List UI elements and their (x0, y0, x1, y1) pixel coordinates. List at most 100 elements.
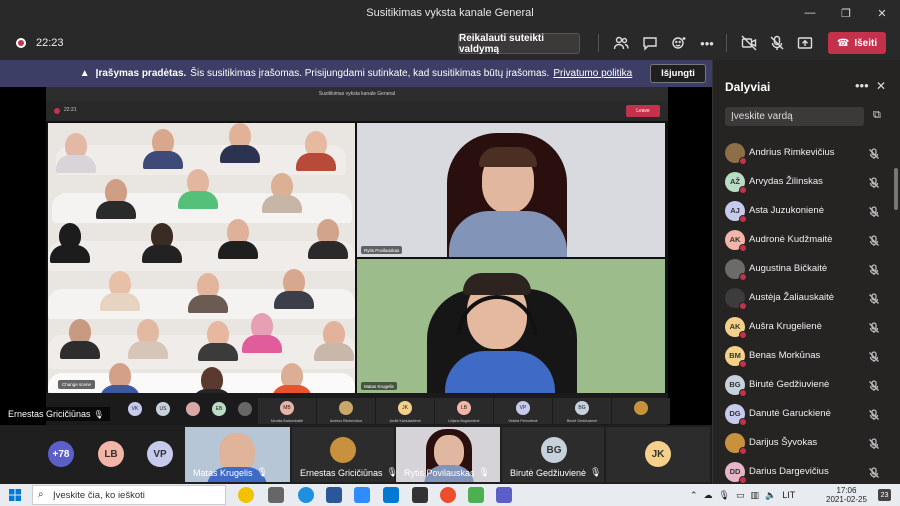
close-window-button[interactable]: ✕ (864, 0, 900, 26)
participant-row[interactable]: DG Danutė Garuckienė (713, 399, 900, 428)
status-indicator (739, 272, 747, 281)
language-indicator[interactable]: LIT (782, 490, 795, 500)
leave-button[interactable]: ☎ Išeiti (828, 32, 886, 54)
mic-off-icon (868, 437, 880, 449)
student-video (98, 271, 142, 311)
mic-off-icon[interactable] (768, 34, 786, 52)
request-control-button[interactable]: Reikalauti suteikti valdymą (458, 33, 580, 55)
task-view-icon[interactable] (268, 487, 284, 503)
chevron-up-icon[interactable]: ⌃ (690, 490, 698, 501)
avatar (725, 258, 747, 281)
mic-off-icon (868, 147, 880, 159)
word-icon[interactable] (326, 487, 342, 503)
app-icon[interactable] (440, 487, 456, 503)
tile-name: Rytis Povilauskas 🎙 (404, 467, 490, 478)
student-video (98, 363, 142, 393)
avatar: AJ (725, 200, 747, 223)
teams-icon[interactable] (496, 487, 512, 503)
student-video (218, 123, 262, 163)
onedrive-icon[interactable]: ☁ (704, 490, 713, 501)
more-icon[interactable]: ••• (855, 78, 869, 93)
person-head (434, 435, 464, 469)
participant-row[interactable]: BM Benas Morkūnas (713, 341, 900, 370)
participant-row[interactable]: Augustina Bičkaitė (713, 254, 900, 283)
tile-name: Matas Krugelis 🎙 (193, 467, 268, 478)
avatar (725, 142, 747, 165)
student-video (140, 223, 184, 263)
share-invite-icon[interactable]: ⧉ (873, 109, 881, 122)
spotify-icon[interactable] (468, 487, 484, 503)
mini-avatar: VK (128, 402, 142, 416)
people-icon[interactable] (612, 34, 630, 52)
close-icon[interactable]: ✕ (876, 79, 886, 93)
person-shirt (449, 211, 567, 257)
minimize-button[interactable]: — (792, 0, 828, 26)
mic-off-icon (868, 263, 880, 275)
shared-toolbar: 22:21 Leave (46, 101, 668, 121)
change-scene-button: Change scene (58, 380, 96, 389)
participant-row[interactable]: AK Aušra Krugelienė (713, 312, 900, 341)
participant-row[interactable]: AŽ Arvydas Žilinskas (713, 167, 900, 196)
windows-taskbar: ⌕ Įveskite čia, ko ieškoti ⌃ ☁ 🎙 ▭ ▥ 🔈 L… (0, 484, 900, 506)
status-indicator (739, 243, 747, 252)
reactions-icon[interactable] (670, 34, 688, 52)
mini-tile: LB Lilijana Bogdonienė (435, 398, 493, 424)
presenter-label: Ernestas Gricičiūnas 🎙 (2, 407, 110, 421)
store-icon[interactable] (412, 487, 428, 503)
network-icon[interactable]: ▥ (751, 490, 760, 501)
chat-icon[interactable] (641, 34, 659, 52)
panel-title: Dalyviai (725, 80, 771, 94)
mail-icon[interactable] (383, 487, 399, 503)
participant-row[interactable]: AJ Asta Juzukonienė (713, 196, 900, 225)
participant-row[interactable]: BG Birutė Gedžiuvienė (713, 370, 900, 399)
status-indicator (739, 214, 747, 223)
avatar: DD (725, 461, 747, 484)
shared-leave-button: Leave (626, 105, 660, 117)
more-icon[interactable]: ••• (698, 34, 716, 52)
taskbar-search-input[interactable]: ⌕ Įveskite čia, ko ieškoti (32, 485, 226, 505)
mic-icon[interactable]: 🎙 (719, 490, 730, 501)
participant-row[interactable]: Andrius Rimkevičius (713, 138, 900, 167)
mini-tile (612, 398, 670, 424)
notification-badge[interactable]: 23 (878, 489, 891, 501)
more-participants-badge[interactable]: +78 (48, 441, 74, 467)
status-indicator (739, 156, 747, 165)
participant-row[interactable]: Austėja Žaliauskaitė (713, 283, 900, 312)
participant-row[interactable]: DD Darius Dargevičius (713, 457, 900, 486)
participant-name: Danutė Garuckienė (749, 408, 831, 419)
participant-row[interactable]: Darijus Šyvokas (713, 428, 900, 457)
participant-row[interactable]: AK Audronė Kudžmaitė (713, 225, 900, 254)
edge-icon[interactable] (298, 487, 314, 503)
window-title: Susitikimas vyksta kanale General (366, 7, 534, 19)
camera-off-icon[interactable] (740, 34, 758, 52)
privacy-policy-link[interactable]: Privatumo politika (553, 68, 632, 79)
mini-tile: MB Monika Bačiumbaitė (258, 398, 316, 424)
dismiss-banner-button[interactable]: Išjungti (650, 64, 706, 83)
zoom-icon[interactable] (354, 487, 370, 503)
status-indicator (739, 388, 747, 397)
photo-tile-ernestas: Ernestas Gricičiūnas 🎙 (292, 427, 398, 482)
share-icon[interactable] (796, 34, 814, 52)
toolbar-divider (598, 34, 599, 52)
chrome-icon[interactable] (238, 487, 254, 503)
participant-name: Darijus Šyvokas (749, 437, 818, 448)
participant-search-input[interactable]: Įveskite vardą (725, 107, 864, 126)
clock-time: 17:06 (836, 486, 857, 495)
avatar-tile-birute: BG Birutė Gedžiuvienė 🎙 (502, 427, 604, 482)
tile-name: Birutė Gedžiuvienė 🎙 (510, 467, 602, 478)
participant-name: Asta Juzukonienė (749, 205, 824, 216)
windows-start-icon[interactable] (9, 489, 21, 501)
mic-icon: 🎙 (478, 467, 490, 477)
status-indicator (739, 185, 747, 194)
participant-name: Benas Morkūnas (749, 350, 821, 361)
mic-off-icon (868, 379, 880, 391)
maximize-button[interactable]: ❐ (828, 0, 864, 26)
mini-avatar: EB (212, 402, 226, 416)
participant-name: Austėja Žaliauskaitė (749, 292, 835, 303)
avatar: VP (147, 441, 173, 467)
battery-icon[interactable]: ▭ (736, 490, 745, 501)
volume-icon[interactable]: 🔈 (765, 490, 776, 501)
shared-window-title: Susitikimas vyksta kanale General (46, 87, 668, 101)
taskbar-clock[interactable]: 17:06 2021-02-25 (826, 486, 867, 504)
status-indicator (739, 330, 747, 339)
